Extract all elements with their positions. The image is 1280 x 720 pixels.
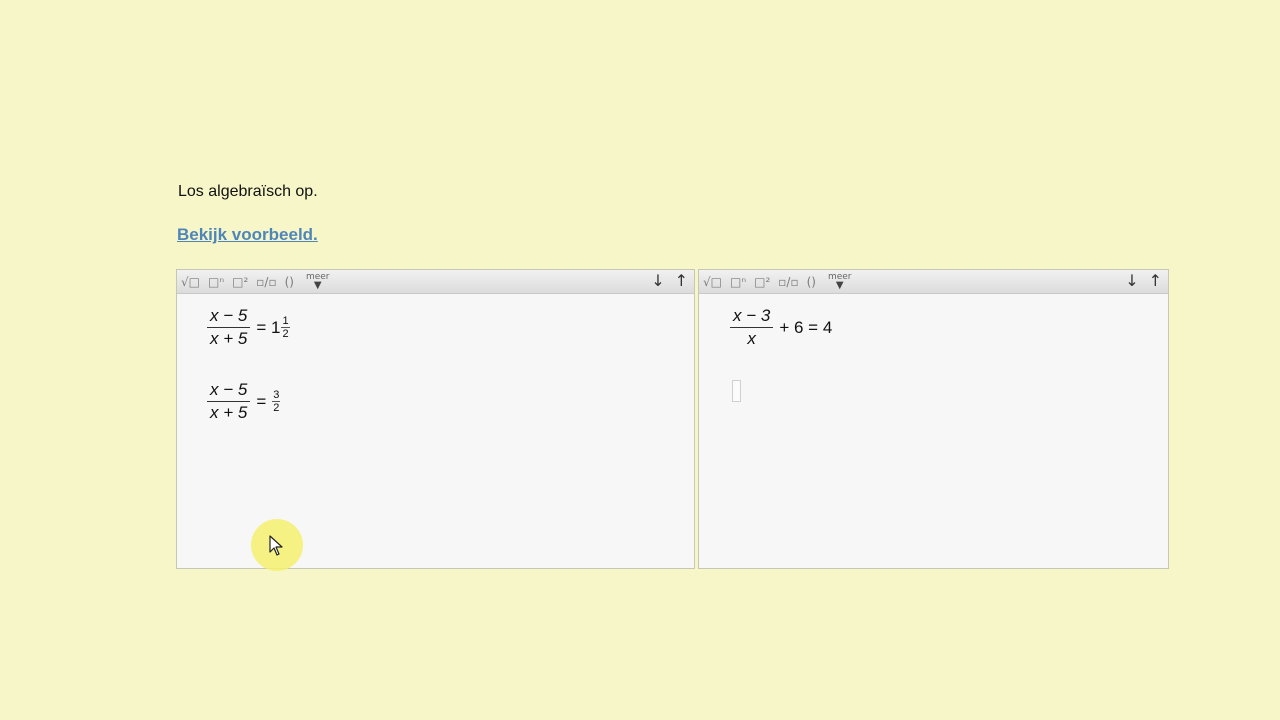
arrow-up-icon[interactable]: ↑ <box>675 273 688 289</box>
fraction: x − 3 x <box>730 306 774 349</box>
fraction: x − 5 x + 5 <box>207 306 251 349</box>
input-placeholder-box[interactable] <box>732 380 741 402</box>
parentheses-icon[interactable]: () <box>807 276 816 288</box>
rhs-text: = <box>256 391 267 411</box>
mixed-fraction: 1 2 <box>281 315 290 340</box>
equation-line-1[interactable]: x − 3 x + 6 = 4 <box>730 306 832 349</box>
mixed-denominator: 2 <box>282 328 289 340</box>
arrow-up-icon[interactable]: ↑ <box>1149 273 1162 289</box>
fraction-icon[interactable]: ▫/▫ <box>256 276 276 288</box>
fraction: x − 5 x + 5 <box>207 380 251 423</box>
equation-line-2[interactable]: x − 5 x + 5 = 3 2 <box>207 380 281 423</box>
equation-line-1[interactable]: x − 5 x + 5 = 1 1 2 <box>207 306 290 349</box>
rhs-fraction: 3 2 <box>272 389 281 414</box>
sqrt-icon[interactable]: √□ <box>181 276 200 288</box>
editor-toolbar: √□ □ⁿ □² ▫/▫ () meer ▼ ↓ ↑ <box>177 270 694 294</box>
instruction-text: Los algebraïsch op. <box>178 183 318 200</box>
numerator: x − 5 <box>207 380 251 402</box>
square-icon[interactable]: □² <box>754 276 770 288</box>
numerator: x − 5 <box>207 306 251 328</box>
math-editor-right[interactable]: √□ □ⁿ □² ▫/▫ () meer ▼ ↓ ↑ x − 3 x + 6 =… <box>698 269 1169 569</box>
editor-canvas[interactable]: x − 5 x + 5 = 1 1 2 x − 5 x + 5 = 3 2 <box>177 294 694 567</box>
fraction-icon[interactable]: ▫/▫ <box>778 276 798 288</box>
math-editor-left[interactable]: √□ □ⁿ □² ▫/▫ () meer ▼ ↓ ↑ x − 5 x + 5 =… <box>176 269 695 569</box>
arrow-down-icon[interactable]: ↓ <box>1125 273 1138 289</box>
power-icon[interactable]: □ⁿ <box>208 276 224 288</box>
rhs-text: + 6 = 4 <box>779 317 833 337</box>
rhs-denominator: 2 <box>273 402 280 414</box>
more-menu-button[interactable]: meer ▼ <box>828 273 852 291</box>
denominator: x + 5 <box>210 329 248 348</box>
chevron-down-icon: ▼ <box>313 280 322 291</box>
rhs-numerator: 3 <box>272 389 281 402</box>
parentheses-icon[interactable]: () <box>285 276 294 288</box>
sqrt-icon[interactable]: √□ <box>703 276 722 288</box>
editor-toolbar: √□ □ⁿ □² ▫/▫ () meer ▼ ↓ ↑ <box>699 270 1168 294</box>
mixed-numerator: 1 <box>281 315 290 328</box>
editor-canvas[interactable]: x − 3 x + 6 = 4 <box>699 294 1168 567</box>
example-link[interactable]: Bekijk voorbeeld. <box>177 225 318 245</box>
arrow-down-icon[interactable]: ↓ <box>651 273 664 289</box>
rhs-text: = 1 <box>256 317 281 337</box>
denominator: x + 5 <box>210 403 248 422</box>
power-icon[interactable]: □ⁿ <box>730 276 746 288</box>
more-menu-button[interactable]: meer ▼ <box>306 273 330 291</box>
denominator: x <box>747 329 756 348</box>
mouse-pointer-icon <box>269 535 283 556</box>
chevron-down-icon: ▼ <box>835 280 844 291</box>
square-icon[interactable]: □² <box>232 276 248 288</box>
numerator: x − 3 <box>730 306 774 328</box>
